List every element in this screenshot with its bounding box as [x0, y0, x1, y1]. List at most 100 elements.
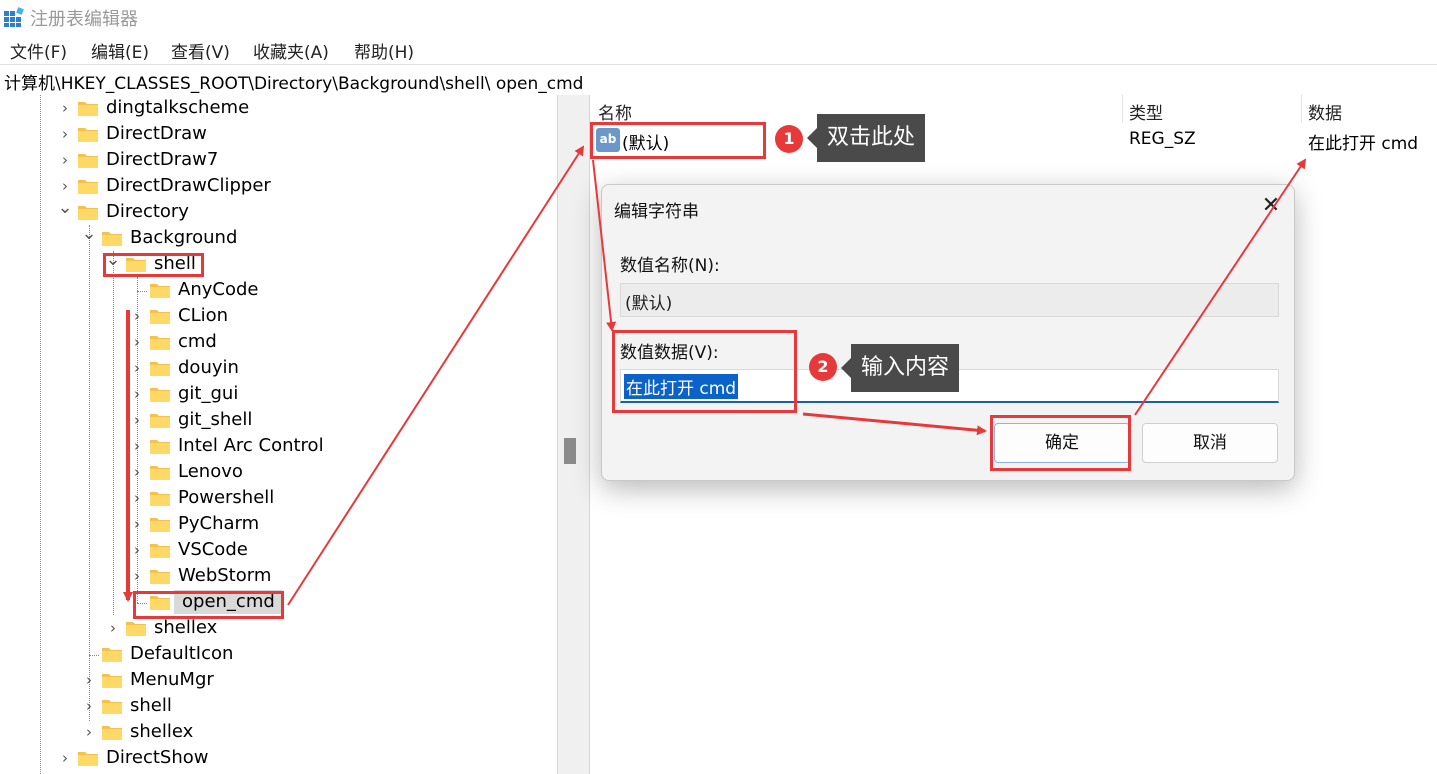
tree-item[interactable]: ⌄ Directory — [0, 199, 557, 225]
tree-item-label: git_gui — [178, 383, 239, 404]
chevron-right-icon[interactable]: › — [129, 408, 145, 432]
tree-item[interactable]: › VSCode — [0, 537, 557, 563]
chevron-right-icon[interactable]: › — [105, 616, 121, 640]
chevron-right-icon[interactable]: › — [81, 668, 97, 692]
chevron-right-icon[interactable]: › — [129, 382, 145, 406]
tree-item[interactable]: › DirectDraw — [0, 121, 557, 147]
chevron-right-icon[interactable]: › — [129, 356, 145, 380]
tree-item[interactable]: DefaultIcon — [0, 641, 557, 667]
address-bar[interactable]: 计算机\HKEY_CLASSES_ROOT\Directory\Backgrou… — [0, 64, 1437, 96]
column-divider[interactable] — [1301, 95, 1302, 123]
tree-item[interactable]: › shellex — [0, 719, 557, 745]
column-type[interactable]: 类型 — [1129, 99, 1163, 124]
highlight-value-data — [612, 330, 797, 413]
folder-icon — [77, 749, 99, 767]
tree-item-label: DirectDraw — [106, 123, 207, 144]
tree-item[interactable]: › Intel Arc Control — [0, 433, 557, 459]
folder-icon — [101, 671, 123, 689]
list-header: 名称 类型 数据 — [590, 95, 1437, 124]
column-name[interactable]: 名称 — [598, 99, 632, 124]
tree-item-label: cmd — [178, 331, 217, 352]
tree-item[interactable]: AnyCode — [0, 277, 557, 303]
chevron-right-icon[interactable]: › — [57, 174, 73, 198]
chevron-down-icon[interactable]: ⌄ — [57, 199, 73, 224]
menu-edit[interactable]: 编辑(E) — [91, 38, 149, 63]
cancel-button[interactable]: 取消 — [1142, 423, 1278, 463]
highlight-shell — [103, 253, 204, 277]
value-name-text: (默认) — [625, 294, 673, 314]
folder-icon — [149, 333, 171, 351]
chevron-right-icon[interactable]: › — [81, 720, 97, 744]
chevron-right-icon[interactable]: › — [129, 304, 145, 328]
chevron-right-icon[interactable]: › — [129, 564, 145, 588]
menu-help[interactable]: 帮助(H) — [354, 38, 414, 63]
folder-icon — [149, 437, 171, 455]
tree-item[interactable]: › WebStorm — [0, 563, 557, 589]
folder-icon — [149, 359, 171, 377]
chevron-right-icon[interactable]: › — [129, 460, 145, 484]
menu-bar: 文件(F) 编辑(E) 查看(V) 收藏夹(A) 帮助(H) — [0, 34, 1437, 64]
title-bar: 注册表编辑器 — [0, 0, 1437, 34]
folder-icon — [77, 203, 99, 221]
tree-item[interactable]: ⌄ Background — [0, 225, 557, 251]
chevron-right-icon[interactable]: › — [129, 486, 145, 510]
menu-favorites[interactable]: 收藏夹(A) — [253, 38, 329, 63]
tree-item[interactable]: › Powershell — [0, 485, 557, 511]
highlight-open-cmd — [133, 591, 284, 619]
chevron-right-icon[interactable]: › — [129, 330, 145, 354]
chevron-down-icon[interactable]: ⌄ — [81, 225, 97, 250]
pane-splitter[interactable] — [557, 95, 590, 774]
chevron-right-icon[interactable]: › — [129, 512, 145, 536]
value-data: 在此打开 cmd — [1308, 134, 1419, 154]
tree-item[interactable]: › DirectDraw7 — [0, 147, 557, 173]
chevron-right-icon[interactable]: › — [129, 434, 145, 458]
tree-item-label: Background — [130, 227, 238, 248]
tree-item[interactable]: › shell — [0, 693, 557, 719]
chevron-right-icon[interactable]: › — [57, 746, 73, 770]
tree-item-label: shellex — [130, 721, 194, 742]
menu-file[interactable]: 文件(F) — [10, 38, 67, 63]
tree-item[interactable]: › DirectDrawClipper — [0, 173, 557, 199]
value-name-field: (默认) — [620, 283, 1279, 317]
tree-item[interactable]: › CLion — [0, 303, 557, 329]
tree-item[interactable]: › cmd — [0, 329, 557, 355]
chevron-right-icon[interactable]: › — [57, 148, 73, 172]
tree-item-label: shellex — [154, 617, 218, 638]
column-data[interactable]: 数据 — [1308, 99, 1342, 124]
tree-item-label: CLion — [178, 305, 229, 326]
tree-item-label: dingtalkscheme — [106, 97, 250, 118]
close-icon[interactable]: ✕ — [1258, 193, 1284, 219]
chevron-right-icon[interactable]: › — [129, 538, 145, 562]
tree-item[interactable]: › git_gui — [0, 381, 557, 407]
tree-item[interactable]: › dingtalkscheme — [0, 95, 557, 121]
tree-item-label: douyin — [178, 357, 239, 378]
folder-icon — [101, 697, 123, 715]
folder-icon — [149, 567, 171, 585]
tree-item-label: Intel Arc Control — [178, 435, 324, 456]
scrollbar-thumb[interactable] — [564, 438, 576, 464]
tree-item[interactable]: ⌄ shell — [0, 251, 557, 277]
tree-item-label: shell — [130, 695, 172, 716]
tree-item-label: AnyCode — [178, 279, 259, 300]
chevron-right-icon[interactable]: › — [57, 96, 73, 120]
tree-item-label: Powershell — [178, 487, 275, 508]
folder-icon — [77, 151, 99, 169]
chevron-right-icon[interactable]: › — [81, 694, 97, 718]
step-2-callout: 输入内容 — [840, 344, 960, 392]
tree-item[interactable]: › douyin — [0, 355, 557, 381]
tree-item-label: git_shell — [178, 409, 253, 430]
highlight-ok-button — [990, 415, 1131, 471]
menu-view[interactable]: 查看(V) — [171, 38, 230, 63]
tree-item[interactable]: › Lenovo — [0, 459, 557, 485]
column-divider[interactable] — [1122, 95, 1123, 123]
tree-item-label: DirectDraw7 — [106, 149, 219, 170]
tree-item-label: Directory — [106, 201, 189, 222]
chevron-right-icon[interactable]: › — [57, 122, 73, 146]
tree-item[interactable]: › git_shell — [0, 407, 557, 433]
folder-icon — [77, 177, 99, 195]
tree-item-label: DirectDrawClipper — [106, 175, 271, 196]
folder-icon — [149, 515, 171, 533]
tree-item[interactable]: › MenuMgr — [0, 667, 557, 693]
tree-item[interactable]: › DirectShow — [0, 745, 557, 771]
tree-item[interactable]: › PyCharm — [0, 511, 557, 537]
